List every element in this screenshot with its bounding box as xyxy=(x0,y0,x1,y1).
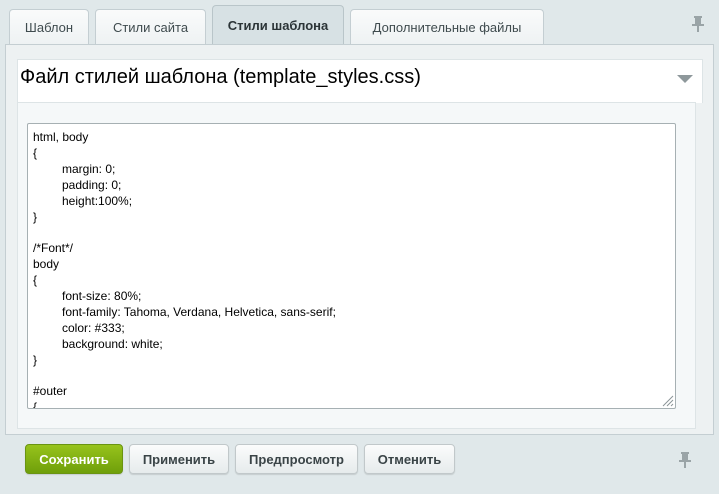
save-button-label: Сохранить xyxy=(39,451,109,467)
tab-template-styles-label: Стили шаблона xyxy=(227,17,329,33)
css-code-editor[interactable]: html, body { margin: 0; padding: 0; heig… xyxy=(27,123,676,409)
cancel-button-label: Отменить xyxy=(377,451,442,467)
section-title: Файл стилей шаблона (template_styles.css… xyxy=(20,66,421,88)
code-line: { xyxy=(33,146,38,160)
preview-button[interactable]: Предпросмотр xyxy=(235,444,358,474)
code-line: } xyxy=(33,353,38,367)
tab-site-styles-label: Стили сайта xyxy=(112,19,189,35)
code-line: #outer xyxy=(33,384,68,398)
code-line: /*Font*/ xyxy=(33,241,74,255)
tab-site-styles[interactable]: Стили сайта xyxy=(95,9,206,44)
pin-icon[interactable] xyxy=(690,15,706,33)
code-line: background: white; xyxy=(62,337,163,351)
save-button[interactable]: Сохранить xyxy=(25,444,123,474)
section-header: Файл стилей шаблона (template_styles.css… xyxy=(17,59,703,103)
tab-template-label: Шаблон xyxy=(24,19,74,35)
tab-template-styles[interactable]: Стили шаблона xyxy=(212,5,344,44)
code-line: { xyxy=(33,400,38,409)
apply-button-label: Применить xyxy=(142,451,216,467)
tab-additional-files[interactable]: Дополнительные файлы xyxy=(350,9,544,44)
preview-button-label: Предпросмотр xyxy=(249,451,344,467)
pin-icon[interactable] xyxy=(677,451,693,469)
code-line: color: #333; xyxy=(62,321,125,335)
code-line: padding: 0; xyxy=(62,178,122,192)
code-line: html, body xyxy=(33,130,89,144)
code-line: } xyxy=(33,210,38,224)
tab-additional-files-label: Дополнительные файлы xyxy=(372,19,522,35)
code-line: font-family: Tahoma, Verdana, Helvetica,… xyxy=(62,305,336,319)
apply-button[interactable]: Применить xyxy=(129,444,229,474)
cancel-button[interactable]: Отменить xyxy=(364,444,455,474)
code-line: { xyxy=(33,273,38,287)
triangle-down-icon[interactable] xyxy=(677,75,693,83)
resize-grip-icon[interactable] xyxy=(661,394,674,407)
code-line: font-size: 80%; xyxy=(62,289,142,303)
tab-template[interactable]: Шаблон xyxy=(9,9,89,44)
code-line: height:100%; xyxy=(62,194,133,208)
code-line: margin: 0; xyxy=(62,162,116,176)
main-panel: Файл стилей шаблона (template_styles.css… xyxy=(5,44,714,435)
code-line: body xyxy=(33,257,60,271)
